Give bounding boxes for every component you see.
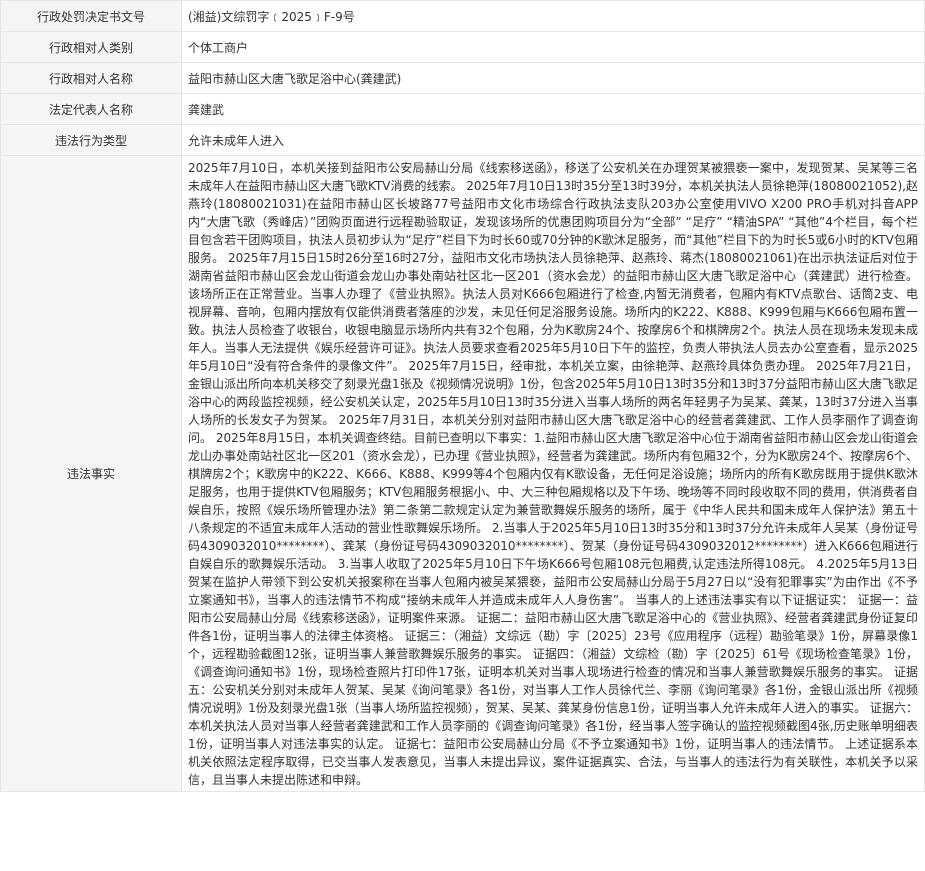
label-party-category: 行政相对人类别 (0, 31, 182, 63)
value-party-name: 益阳市赫山区大唐飞歌足浴中心(龚建武) (181, 62, 925, 94)
row-party-name: 行政相对人名称 益阳市赫山区大唐飞歌足浴中心(龚建武) (0, 62, 925, 94)
value-decision-number: (湘益)文综罚字﹝2025﹞F-9号 (181, 0, 925, 32)
value-violation-type: 允许未成年人进入 (181, 124, 925, 156)
row-violation-facts: 违法事实 2025年7月10日，本机关接到益阳市公安局赫山分局《线索移送函》，移… (0, 155, 925, 792)
label-legal-representative: 法定代表人名称 (0, 93, 182, 125)
row-legal-representative: 法定代表人名称 龚建武 (0, 93, 925, 125)
value-party-category: 个体工商户 (181, 31, 925, 63)
value-violation-facts: 2025年7月10日，本机关接到益阳市公安局赫山分局《线索移送函》，移送了公安机… (181, 155, 925, 792)
value-legal-representative: 龚建武 (181, 93, 925, 125)
label-party-name: 行政相对人名称 (0, 62, 182, 94)
row-decision-number: 行政处罚决定书文号 (湘益)文综罚字﹝2025﹞F-9号 (0, 0, 925, 32)
row-violation-type: 违法行为类型 允许未成年人进入 (0, 124, 925, 156)
label-violation-facts: 违法事实 (0, 155, 182, 792)
row-party-category: 行政相对人类别 个体工商户 (0, 31, 925, 63)
label-decision-number: 行政处罚决定书文号 (0, 0, 182, 32)
label-violation-type: 违法行为类型 (0, 124, 182, 156)
penalty-info-table: 行政处罚决定书文号 (湘益)文综罚字﹝2025﹞F-9号 行政相对人类别 个体工… (0, 0, 925, 792)
